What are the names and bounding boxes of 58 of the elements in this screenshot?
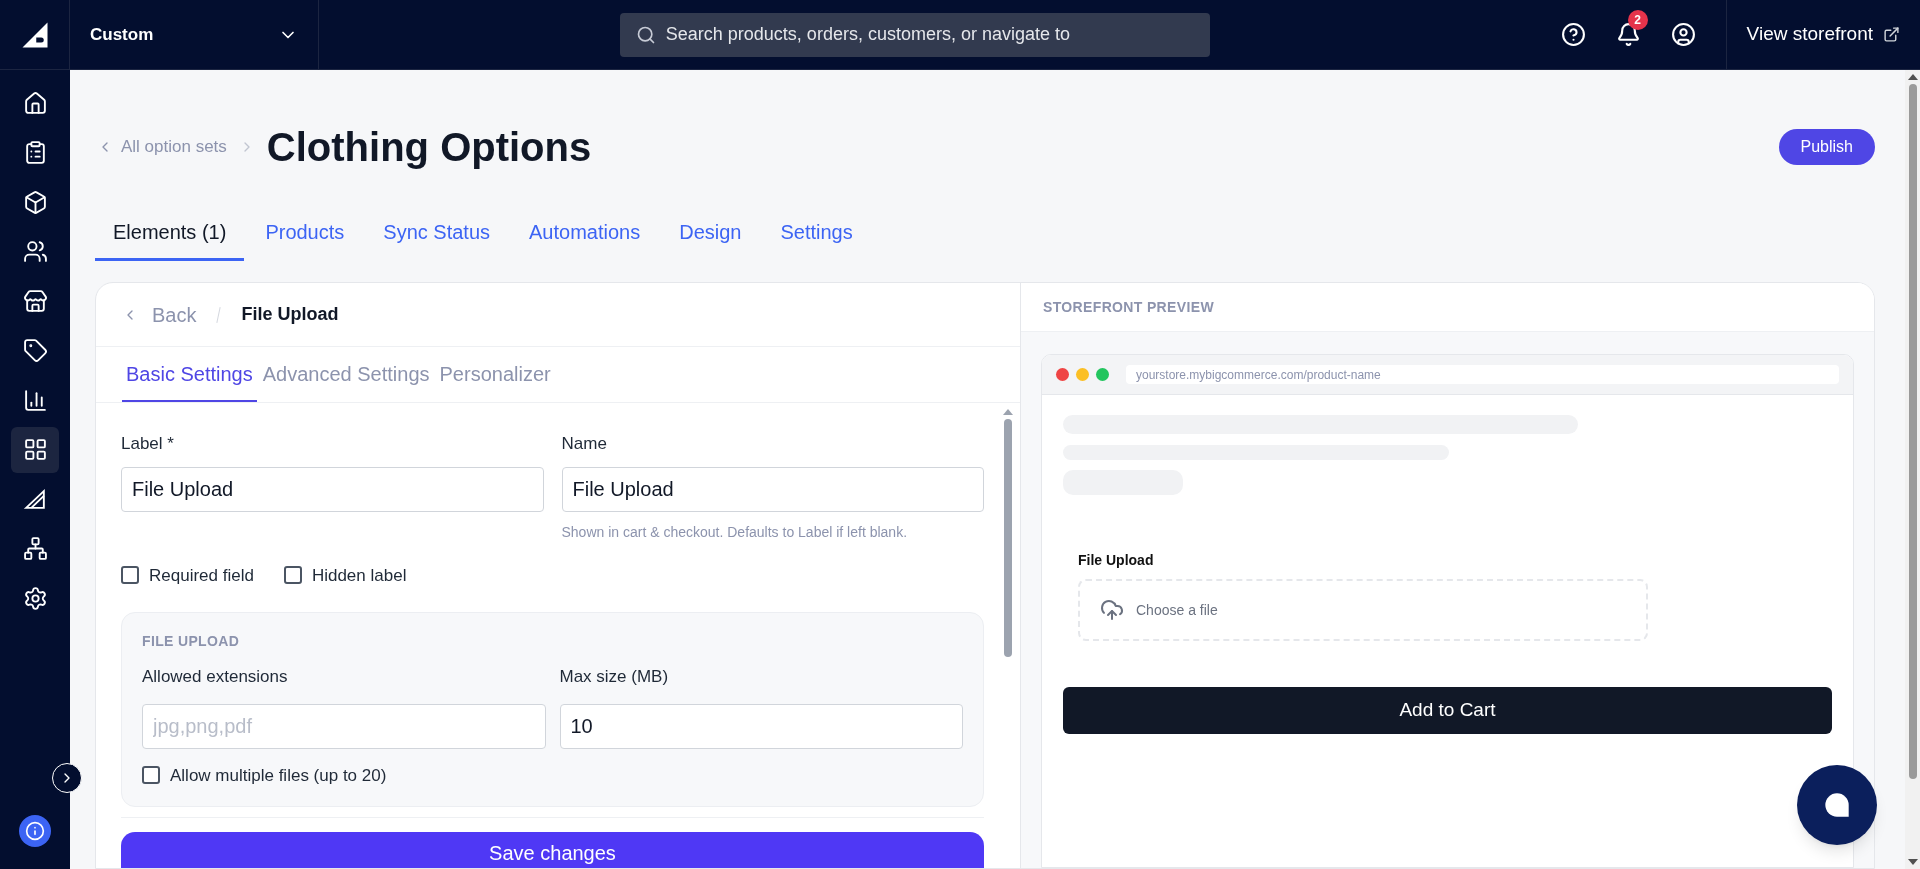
settings-icon <box>22 585 48 611</box>
label-input[interactable]: File Upload <box>121 466 544 512</box>
view-storefront-link[interactable]: View storefront <box>1725 0 1920 69</box>
network-icon <box>22 536 48 561</box>
expand-sidebar-button[interactable] <box>52 763 82 793</box>
notifications-icon[interactable] <box>1615 22 1641 47</box>
editor-subtab[interactable]: Basic Settings <box>122 347 257 402</box>
triangle-ruler-icon <box>22 486 48 512</box>
hint-text: Shown in cart & checkout. Defaults to Label if left blank. <box>561 522 909 542</box>
field-label: Label * <box>121 433 175 455</box>
checkbox-label: Required field <box>149 564 254 587</box>
upload-icon <box>1100 598 1124 622</box>
dropzone-text: Choose a file <box>1136 600 1218 620</box>
tag-icon <box>22 338 48 363</box>
publish-button[interactable]: Publish <box>1778 129 1875 165</box>
checkbox[interactable] <box>121 566 139 585</box>
bar-chart-icon <box>22 387 48 413</box>
extensions-input[interactable]: jpg,png,pdf <box>142 703 546 749</box>
tab[interactable]: Design <box>661 205 760 261</box>
chat-bubble-icon <box>1823 791 1851 819</box>
store-icon <box>22 288 48 314</box>
page-title: Clothing Options <box>266 124 592 171</box>
checkbox[interactable] <box>142 766 160 785</box>
cube-icon <box>22 189 48 215</box>
field-label: Name <box>561 433 608 455</box>
checkbox-label: Hidden label <box>311 564 407 587</box>
tab[interactable]: Elements (1) <box>95 205 245 261</box>
checkbox-label: Allow multiple files (up to 20) <box>170 764 387 787</box>
store-selector[interactable]: Custom <box>70 0 319 69</box>
home-icon <box>22 90 48 116</box>
field-label: Max size (MB) <box>559 666 670 688</box>
external-link-icon <box>1883 26 1900 43</box>
field-label: Allowed extensions <box>142 666 289 688</box>
sidebar-item[interactable] <box>11 426 59 473</box>
file-dropzone[interactable]: Choose a file <box>1078 579 1648 641</box>
section-heading: FILE UPLOAD <box>142 632 241 651</box>
current-element-title: File Upload <box>241 303 339 326</box>
address-bar: yourstore.mybigcommerce.com/product-name <box>1126 365 1839 384</box>
users-icon <box>22 239 48 264</box>
search-field[interactable]: Search products, orders, customers, or navigate to <box>619 12 1210 57</box>
max-size-input[interactable]: 10 <box>559 703 963 749</box>
tab[interactable]: Sync Status <box>365 205 509 261</box>
notification-badge: 2 <box>1627 10 1648 30</box>
search-icon <box>635 24 656 45</box>
tab[interactable]: Products <box>247 205 363 261</box>
checkbox[interactable] <box>283 566 302 585</box>
name-input[interactable]: File Upload <box>561 466 984 512</box>
scrollbar-thumb[interactable] <box>1004 419 1012 657</box>
tab[interactable]: Settings <box>762 205 871 261</box>
info-button[interactable] <box>19 815 51 847</box>
add-to-cart-button[interactable]: Add to Cart <box>1063 687 1832 734</box>
tab[interactable]: Automations <box>511 205 659 261</box>
grid-icon <box>22 437 48 462</box>
help-icon[interactable] <box>1560 22 1586 47</box>
save-changes-button[interactable]: Save changes <box>121 832 984 868</box>
preview-field-label: File Upload <box>1078 551 1155 570</box>
account-icon[interactable] <box>1670 22 1696 47</box>
preview-heading: STOREFRONT PREVIEW <box>1043 297 1214 317</box>
